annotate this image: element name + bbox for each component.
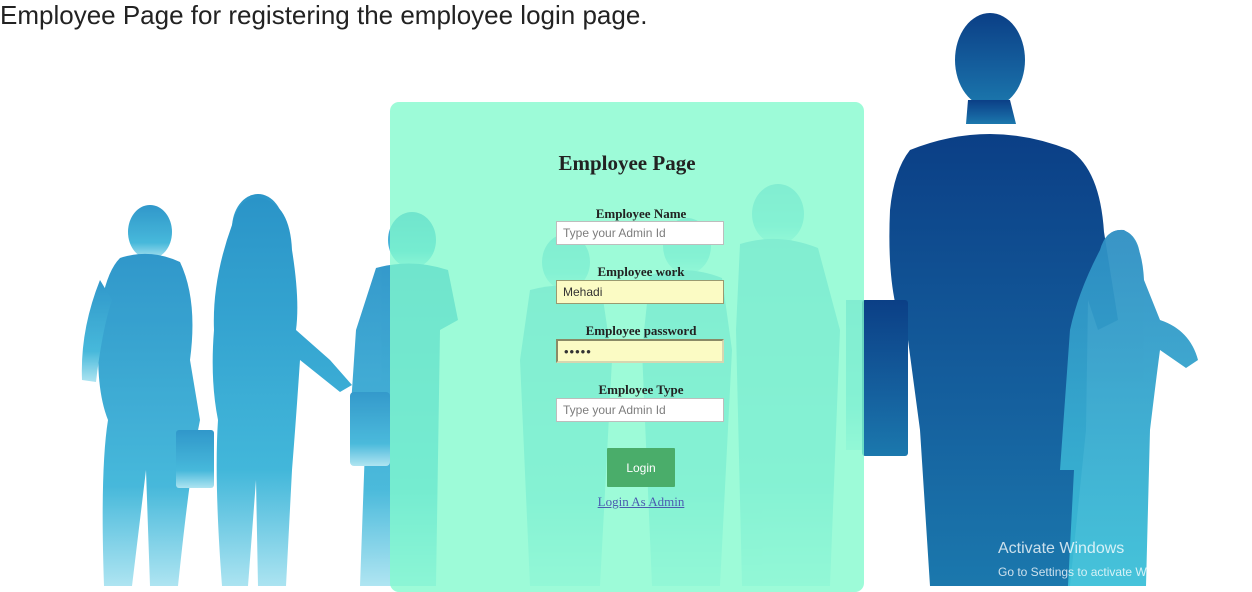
employee-work-input[interactable]	[556, 280, 724, 304]
employee-password-label: Employee password	[585, 323, 697, 338]
form-title: Employee Page	[558, 151, 696, 175]
login-as-admin-link[interactable]: Login As Admin	[390, 494, 892, 510]
employee-type-label: Employee Type	[598, 382, 684, 397]
employee-type-input[interactable]	[556, 398, 724, 422]
employee-work-label: Employee work	[597, 264, 685, 279]
login-panel: Employee Page Employee Name Employee wor…	[390, 102, 864, 592]
employee-name-label: Employee Name	[595, 206, 687, 221]
employee-password-input[interactable]	[556, 339, 724, 363]
activate-windows-title: Activate Windows	[998, 540, 1125, 557]
login-button[interactable]: Login	[607, 448, 675, 487]
employee-name-input[interactable]	[556, 221, 724, 245]
page-caption: Employee Page for registering the employ…	[0, 0, 648, 30]
activate-windows-subtitle: Go to Settings to activate Windows.	[998, 565, 1188, 579]
